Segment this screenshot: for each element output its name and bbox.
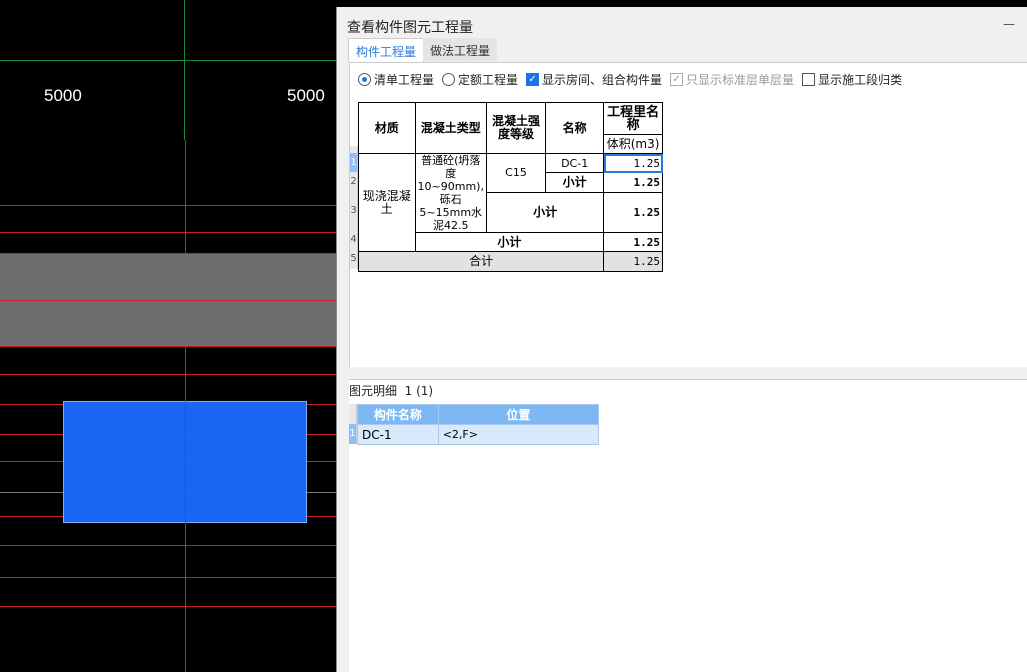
cell-position[interactable]: <2,F> [437, 424, 600, 445]
option-label: 显示房间、组合构件量 [542, 73, 663, 87]
detail-label: 图元明细 [349, 384, 398, 398]
option-label: 显示施工段归类 [818, 73, 903, 87]
radio-icon [358, 73, 371, 86]
grid-line [184, 0, 185, 140]
cell-value[interactable]: 1.25 [603, 172, 663, 193]
cell-grade[interactable]: C15 [485, 153, 547, 193]
row-number[interactable]: 1 [350, 153, 358, 172]
checkbox-checked-icon: ✓ [670, 73, 684, 86]
cell-value[interactable]: 1.25 [603, 152, 663, 174]
dialog-title: 查看构件图元工程量 [347, 20, 473, 36]
header-unit: 体积(m3) [603, 134, 663, 154]
header-position[interactable]: 位置 [437, 404, 600, 425]
cell-subtotal-label: 小计 [545, 172, 605, 193]
cell-subtotal-label: 小计 [485, 191, 605, 234]
tab-component-quantity[interactable]: 构件工程量 [348, 38, 425, 62]
cell-total-value[interactable]: 1.25 [603, 251, 663, 272]
detail-count: 1 (1) [404, 384, 434, 398]
cell-value[interactable]: 1.25 [603, 191, 663, 234]
row-number[interactable]: 2 [350, 172, 358, 191]
cad-canvas[interactable]: 5000 5000 [0, 0, 336, 672]
dimension-label: 5000 [287, 86, 325, 105]
dimension-label: 5000 [44, 86, 82, 105]
detail-table: 构件名称 位置 DC-1 <2,F> [357, 404, 600, 445]
checkbox-icon [802, 73, 816, 86]
tab-method-quantity[interactable]: 做法工程量 [423, 38, 498, 61]
checkbox-standard-floor: ✓ 只显示标准层单层量 [670, 71, 794, 88]
header-concrete-type: 混凝土类型 [414, 102, 487, 154]
checkbox-construction-section[interactable]: 显示施工段归类 [802, 71, 902, 88]
row-number[interactable]: 3 [350, 191, 358, 230]
header-material: 材质 [358, 102, 416, 154]
header-grade: 混凝土强度等级 [485, 102, 547, 154]
option-label: 清单工程量 [374, 73, 435, 87]
cell-concrete-type[interactable]: 普通砼(坍落度10~90mm),砾石5~15mm水泥42.5 [414, 153, 487, 233]
checkbox-show-room[interactable]: ✓ 显示房间、组合构件量 [526, 71, 662, 88]
header-component-name[interactable]: 构件名称 [357, 404, 439, 425]
radio-icon [442, 73, 456, 86]
row-number[interactable]: 4 [350, 230, 358, 249]
cell-value[interactable]: 1.25 [603, 232, 663, 252]
quantity-dialog: 查看构件图元工程量 — 构件工程量 做法工程量 清单工程量 定额工程量 ✓ 显示房… [336, 7, 1027, 672]
radio-quota-quantity[interactable]: 定额工程量 [442, 71, 518, 88]
header-name: 名称 [545, 102, 605, 154]
row-number[interactable]: 1 [349, 424, 357, 444]
checkbox-checked-icon: ✓ [526, 73, 540, 86]
detail-panel: 图元明细 1 (1) 1 构件名称 位置 DC-1 <2,F> [349, 379, 1027, 672]
grid-line [0, 60, 336, 61]
header-quantity-name: 工程里名称 [603, 102, 663, 135]
radio-bill-quantity[interactable]: 清单工程量 [358, 71, 434, 88]
cell-total-label: 合计 [357, 251, 605, 272]
quantity-panel: 清单工程量 定额工程量 ✓ 显示房间、组合构件量 ✓ 只显示标准层单层量 显示施工段… [349, 62, 1027, 367]
cell-material[interactable]: 现浇混凝土 [358, 153, 416, 252]
cell-component-name[interactable]: DC-1 [357, 424, 439, 445]
option-label: 只显示标准层单层量 [686, 73, 795, 87]
cell-subtotal-label: 小计 [414, 232, 605, 252]
row-number[interactable]: 5 [350, 249, 358, 269]
option-label: 定额工程量 [458, 73, 519, 87]
table-row[interactable]: DC-1 <2,F> [357, 424, 600, 445]
quantity-table: 材质 混凝土类型 混凝土强度等级 名称 工程里名称 体积(m3) 现浇混凝土 普通砼(坍落… [357, 102, 663, 272]
cell-name[interactable]: DC-1 [545, 152, 605, 174]
minimize-button[interactable]: — [1003, 17, 1015, 31]
